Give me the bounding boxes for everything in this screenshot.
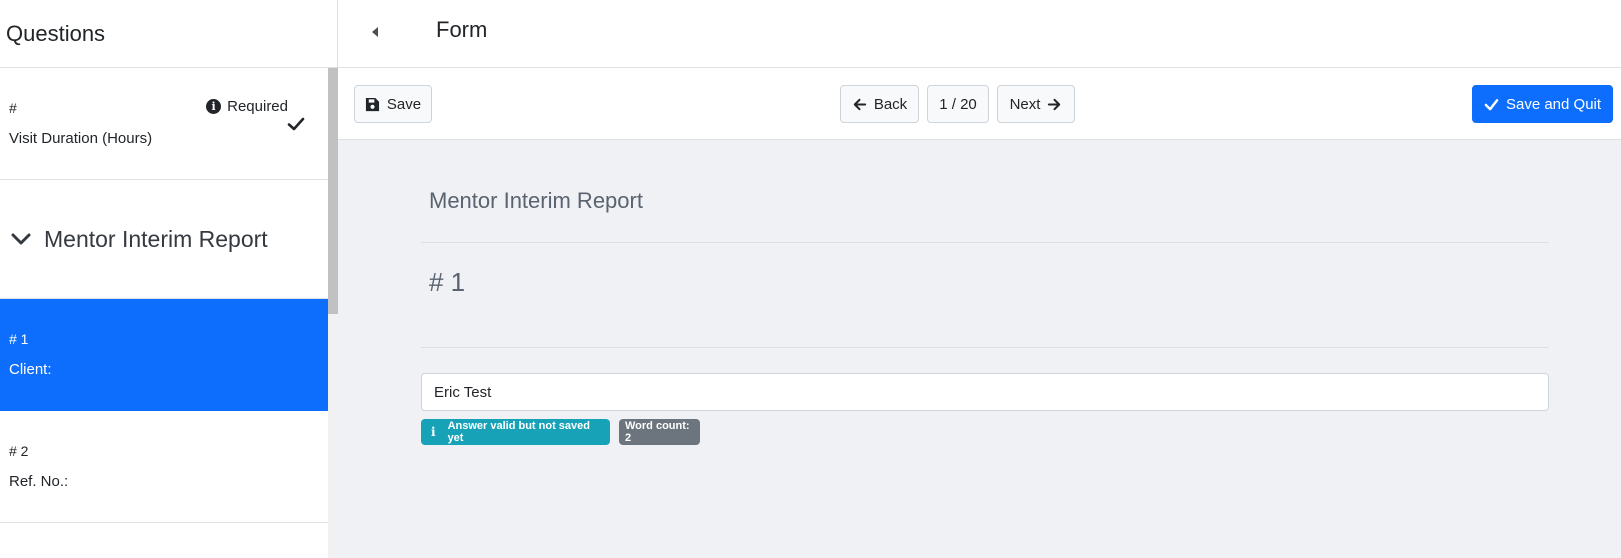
question-number: # 2 [9,443,29,459]
save-and-quit-button[interactable]: Save and Quit [1472,85,1613,123]
section-title: Mentor Interim Report [44,225,268,252]
arrow-left-icon [853,98,866,110]
divider [421,347,1549,348]
sidebar-title: Questions [6,20,106,46]
info-icon: i [431,425,436,439]
page-title: Form [436,17,488,42]
form-toolbar: Save Back 1 / 20 Next Save and Quit [338,68,1621,140]
question-label: Client: [9,361,52,378]
top-bar: Form [338,0,1621,68]
page-indicator: 1 / 20 [927,85,989,123]
question-number: # [9,100,17,116]
caret-left-icon[interactable] [368,24,384,40]
required-indicator: i Required [206,98,288,115]
form-content: Mentor Interim Report # 1 i Answer valid… [338,140,1621,558]
back-button[interactable]: Back [840,85,919,123]
save-button[interactable]: Save [354,85,432,123]
divider [421,242,1549,243]
question-number: # 1 [9,331,29,347]
question-label: Visit Duration (Hours) [9,130,153,147]
check-icon [1484,98,1499,110]
question-list: # i Required Visit Duration (Hours) Ment… [0,68,328,558]
next-button[interactable]: Next [997,85,1075,123]
sidebar-header: Questions [0,0,337,68]
arrow-right-icon [1048,98,1061,110]
answer-input[interactable] [421,373,1549,411]
next-button-label: Next [1009,95,1041,113]
check-icon [287,117,305,131]
save-and-quit-label: Save and Quit [1505,95,1602,113]
status-badge: i Answer valid but not saved yet [421,419,610,445]
questions-sidebar: Questions # i Required Visit Duration (H… [0,0,338,558]
required-label: Required [227,98,288,115]
section-header-mentor-interim-report[interactable]: Mentor Interim Report [0,180,328,299]
back-button-label: Back [873,95,908,113]
question-item-1[interactable]: # 1 Client: [0,299,328,411]
question-number-heading: # 1 [429,267,466,297]
question-item-2[interactable]: # 2 Ref. No.: [0,411,328,523]
word-count-badge: Word count: 2 [619,419,700,445]
info-circle-icon: i [206,99,222,114]
scrollbar-thumb[interactable] [328,68,338,314]
question-item-visit-duration[interactable]: # i Required Visit Duration (Hours) [0,68,328,180]
chevron-down-icon [11,233,31,245]
sidebar-scrollbar[interactable] [328,68,338,558]
save-button-label: Save [386,95,422,113]
report-title: Mentor Interim Report [429,188,643,213]
question-label: Ref. No.: [9,473,69,490]
floppy-disk-icon [365,97,379,111]
status-badge-text: Answer valid but not saved yet [447,420,590,444]
